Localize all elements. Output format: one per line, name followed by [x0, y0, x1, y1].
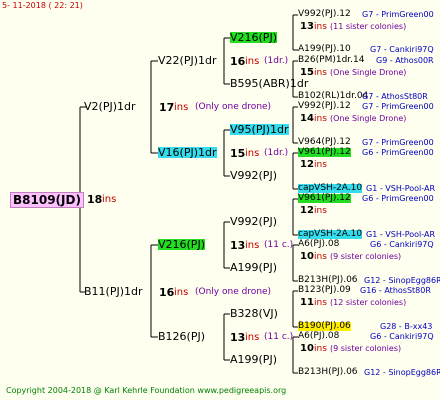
- gen4-9-ins: ins: [314, 206, 327, 216]
- root-ins: ins: [102, 194, 117, 205]
- gen4-8-info: G1 - VSH-Pool-AR: [366, 184, 436, 193]
- gen2-4-name: B126(PJ): [158, 330, 206, 343]
- gen4-4-name: B102(RL)1dr.04: [298, 91, 369, 101]
- gen2-2-count: 15: [230, 147, 246, 160]
- gen4-11-note: (9 sister colonies): [330, 252, 402, 261]
- gen4-4-info: G7 - AthosSt80R: [362, 92, 428, 101]
- gen2-4-count: 13: [230, 331, 246, 344]
- pedigree-chart: 5- 11-2018 ( 22: 21) B8109(JD) 18 ins V2…: [0, 0, 440, 400]
- gen2-2-note: (1dr.): [264, 148, 289, 158]
- gen1-top-note: (Only one drone): [195, 102, 272, 112]
- root-count: 18: [87, 193, 103, 206]
- gen2-3-ins: ins: [245, 240, 260, 251]
- copyright-footer: Copyright 2004-2018 @ Karl Kehrle Founda…: [6, 386, 287, 395]
- gen2-4-note: (11 c.): [264, 332, 294, 342]
- gen4-5-ins: ins: [314, 114, 327, 124]
- gen4-1-note: (11 sister colonies): [330, 22, 407, 31]
- gen4-9-info: G6 - PrimGreen00: [362, 194, 434, 203]
- gen4-3-info: G9 - Athos00R: [376, 56, 434, 65]
- gen4-1-count: 13: [300, 21, 314, 32]
- date-stamp: 5- 11-2018 ( 22: 21): [2, 1, 83, 10]
- gen1-top-ins: ins: [174, 102, 189, 113]
- gen4-3-ins: ins: [314, 68, 327, 78]
- gen3-6-name: A199(PJ): [230, 261, 277, 274]
- gen4-13-note: (12 sister colonies): [330, 298, 407, 307]
- gen4-2-name: A199(PJ).10: [298, 44, 351, 54]
- gen4-15-note: (9 sister colonies): [330, 344, 402, 353]
- gen2-4-ins: ins: [245, 332, 260, 343]
- gen4-15-info: G6 - Cankiri97Q: [370, 332, 434, 341]
- gen4-6-name: V964(PJ).12: [298, 137, 351, 147]
- gen4-13-count: 11: [300, 297, 314, 308]
- gen4-1-name: V992(PJ).12: [298, 9, 351, 19]
- gen4-10-info: G1 - VSH-Pool-AR: [366, 230, 436, 239]
- gen4-16-info: G12 - SinopEgg86R: [364, 368, 440, 377]
- gen4-13-info: G16 - AthosSt80R: [360, 286, 431, 295]
- gen1-top-count: 17: [159, 101, 175, 114]
- gen4-5-note: (One Single Drone): [330, 114, 407, 123]
- gen3-4-name: V992(PJ): [230, 169, 277, 182]
- gen4-8-name: capVSH-2A.10: [298, 183, 363, 193]
- gen3-5-name: V992(PJ): [230, 215, 277, 228]
- gen4-2-info: G7 - Cankiri97Q: [370, 45, 434, 54]
- gen4-7-info: G6 - PrimGreen00: [362, 148, 434, 157]
- gen4-11-name: A6(PJ).08: [298, 239, 340, 249]
- gen2-3-name: V216(PJ): [158, 238, 205, 251]
- gen4-14-name: B190(PJ).06: [298, 321, 351, 331]
- gen4-15-ins: ins: [314, 344, 327, 354]
- gen3-1-name: V216(PJ): [230, 31, 277, 44]
- gen4-11-ins: ins: [314, 252, 327, 262]
- gen2-3-note: (11 c.): [264, 240, 294, 250]
- gen2-2-name: V16(PJ)1dr: [158, 146, 217, 159]
- gen4-3-count: 15: [300, 67, 314, 78]
- gen4-3-note: (One Single Drone): [330, 68, 407, 77]
- gen4-7-ins: ins: [314, 160, 327, 170]
- gen2-2-ins: ins: [245, 148, 260, 159]
- gen2-1-count: 16: [230, 55, 246, 68]
- root-queen: B8109(JD): [10, 192, 84, 208]
- gen4-9-count: 12: [300, 205, 314, 216]
- gen3-2-name: B595(ABR)1dr: [230, 77, 309, 90]
- gen2-1-ins: ins: [245, 56, 260, 67]
- gen4-11-info: G6 - Cankiri97Q: [370, 240, 434, 249]
- gen4-6-info: G7 - PrimGreen00: [362, 138, 434, 147]
- gen4-1-info: G7 - PrimGreen00: [362, 10, 434, 19]
- gen4-5-count: 14: [300, 113, 314, 124]
- gen4-15-name: A6(PJ).08: [298, 331, 340, 341]
- gen4-1-ins: ins: [314, 22, 327, 32]
- gen4-11-count: 10: [300, 251, 314, 262]
- gen1-bottom-ins: ins: [174, 287, 189, 298]
- gen4-10-name: capVSH-2A.10: [298, 229, 363, 239]
- gen2-1-name: V22(PJ)1dr: [158, 54, 217, 67]
- gen4-15-count: 10: [300, 343, 314, 354]
- gen1-bottom-count: 16: [159, 286, 175, 299]
- gen4-16-name: B213H(PJ).06: [298, 367, 358, 377]
- gen3-3-name: V95(PJ)1dr: [230, 123, 289, 136]
- gen1-bottom-note: (Only one drone): [195, 287, 272, 297]
- gen4-9-name: V961(PJ).12: [298, 193, 351, 203]
- gen4-5-name: V992(PJ).12: [298, 101, 351, 111]
- gen1-bottom-name: B11(PJ)1dr: [84, 285, 143, 298]
- gen4-5-info: G7 - PrimGreen00: [362, 102, 434, 111]
- gen2-1-note: (1dr.): [264, 56, 289, 66]
- gen4-12-info: G12 - SinopEgg86R: [364, 276, 440, 285]
- gen4-7-name: V961(PJ).12: [298, 147, 351, 157]
- gen3-8-name: A199(PJ): [230, 353, 277, 366]
- gen4-12-name: B213H(PJ).06: [298, 275, 358, 285]
- gen4-14-info: G28 - B-xx43: [380, 322, 433, 331]
- gen4-3-name: B26(PM)1dr.14: [298, 55, 365, 65]
- gen4-13-ins: ins: [314, 298, 327, 308]
- gen1-top-name: V2(PJ)1dr: [84, 100, 136, 113]
- gen4-13-name: B123(PJ).09: [298, 285, 351, 295]
- gen3-7-name: B328(VJ): [230, 307, 278, 320]
- gen2-3-count: 13: [230, 239, 246, 252]
- gen4-7-count: 12: [300, 159, 314, 170]
